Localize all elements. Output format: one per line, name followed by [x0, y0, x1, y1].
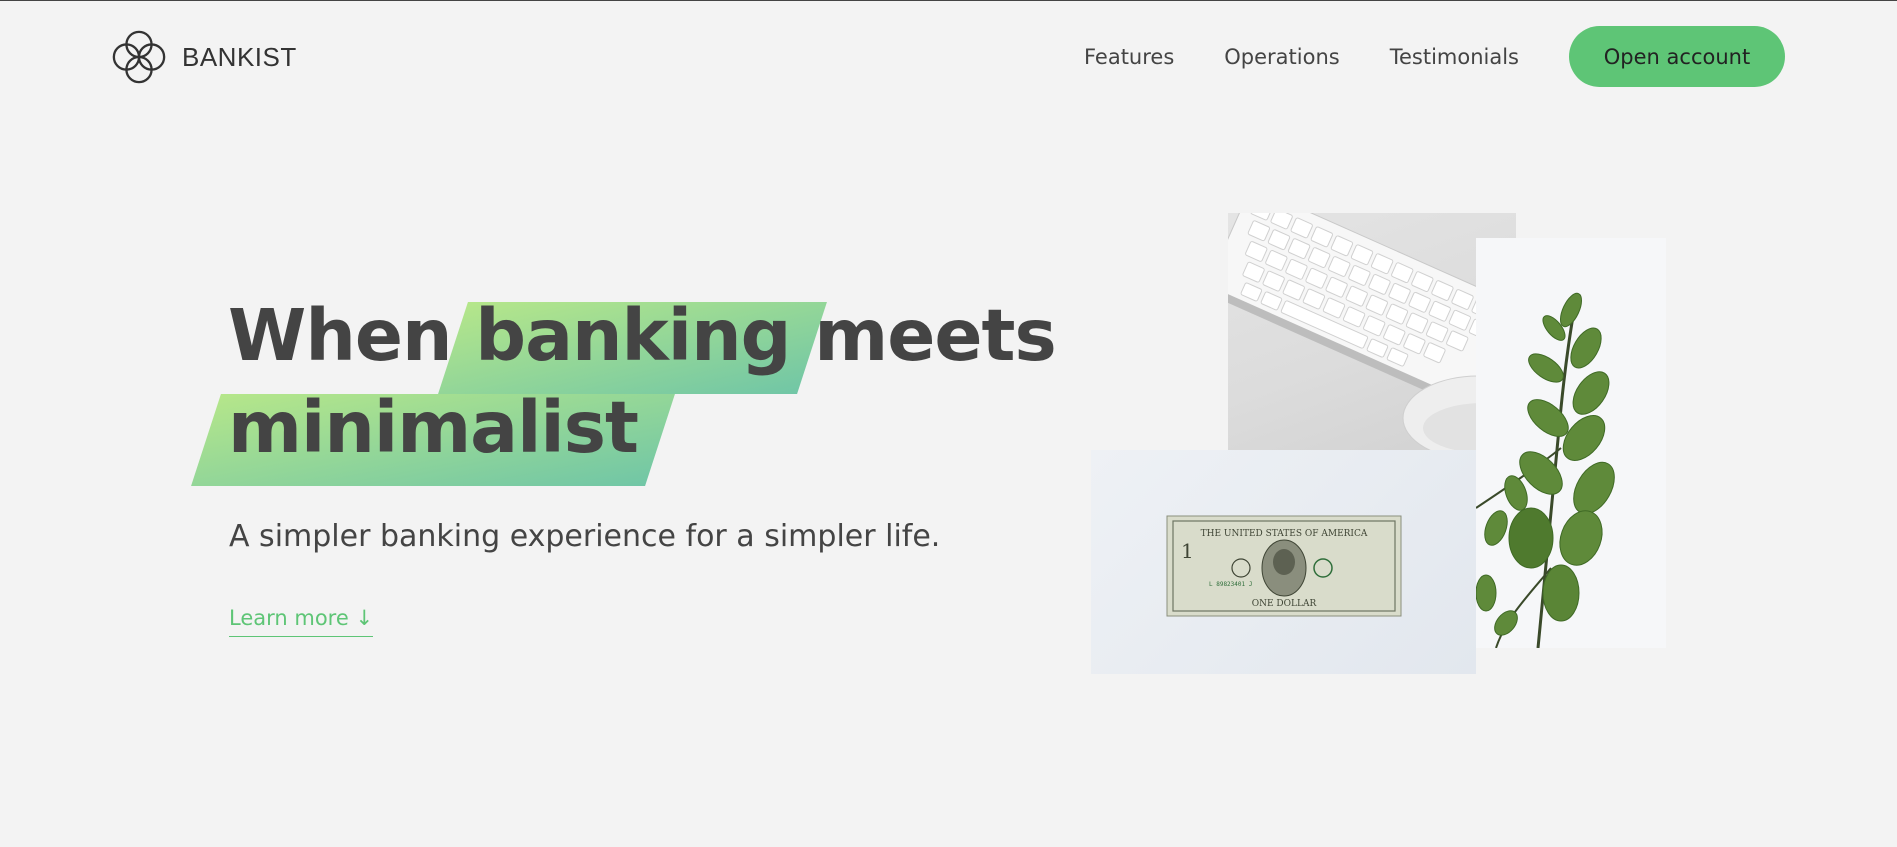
- navbar: BANKIST Features Operations Testimonials…: [0, 0, 1897, 114]
- hero-title-highlight-banking: banking: [475, 290, 791, 382]
- hero-title-highlight-minimalist: minimalist: [228, 382, 639, 474]
- brand-logo[interactable]: BANKIST: [110, 28, 297, 86]
- dollar-denomination: 1: [1181, 539, 1194, 563]
- nav-link-features[interactable]: Features: [1084, 45, 1174, 69]
- dollar-bottom-text: ONE DOLLAR: [1252, 599, 1317, 609]
- nav-links: Features Operations Testimonials Open ac…: [1084, 26, 1785, 87]
- hero-title-word: meets: [814, 294, 1056, 377]
- learn-more-link[interactable]: Learn more ↓: [229, 606, 374, 637]
- hero-title-word: When: [228, 294, 453, 377]
- nav-link-operations[interactable]: Operations: [1224, 45, 1339, 69]
- hero-subtitle: A simpler banking experience for a simpl…: [229, 519, 941, 554]
- nav-link-testimonials[interactable]: Testimonials: [1390, 45, 1519, 69]
- dollar-serial: L 89823401 J: [1209, 581, 1252, 588]
- hero-title: When banking meets minimalist: [228, 290, 1057, 474]
- open-account-button[interactable]: Open account: [1569, 26, 1785, 87]
- eucalyptus-plant-photo: [1476, 238, 1666, 648]
- brand-name: BANKIST: [182, 41, 297, 72]
- keyboard-and-mouse-photo: [1228, 213, 1516, 482]
- four-circles-logo-icon: [112, 30, 166, 84]
- one-dollar-bill-photo: THE UNITED STATES OF AMERICA ONE DOLLAR …: [1091, 450, 1476, 674]
- dollar-top-text: THE UNITED STATES OF AMERICA: [1201, 529, 1368, 539]
